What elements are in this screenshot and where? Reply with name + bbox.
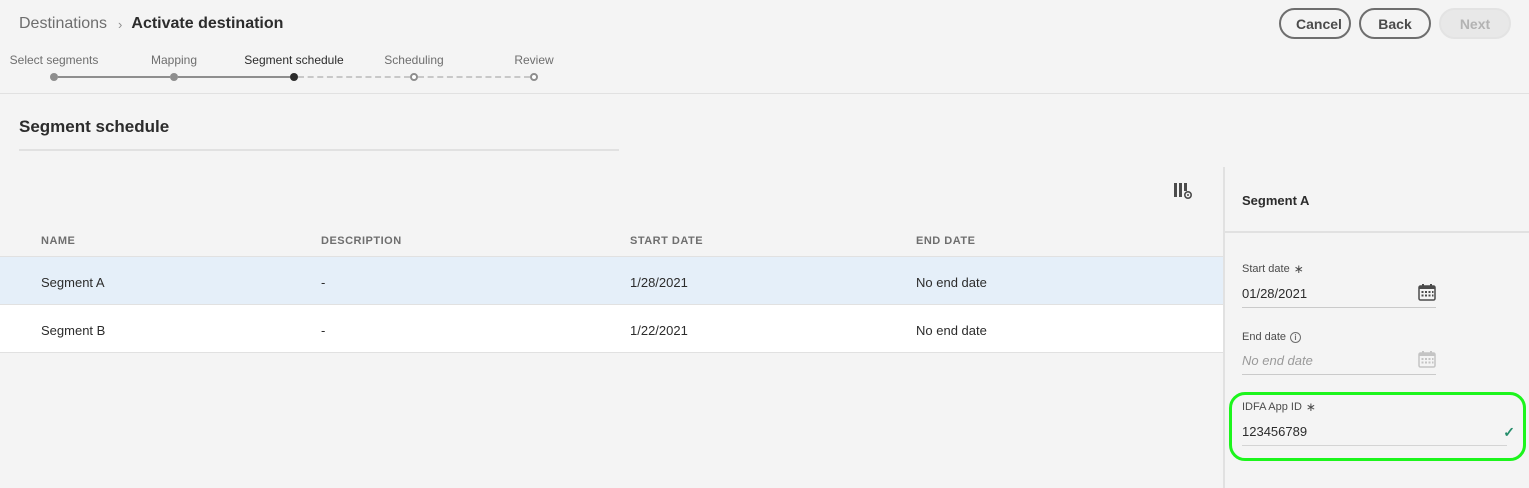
step-dot	[530, 73, 538, 81]
page-title: Activate destination	[131, 15, 284, 32]
breadcrumb-destinations[interactable]: Destinations	[19, 15, 107, 33]
cell-name: Segment A	[41, 275, 105, 290]
calendar-icon[interactable]	[1418, 284, 1436, 301]
end-date-input[interactable]: No end date	[1242, 351, 1436, 375]
start-date-input[interactable]: 01/28/2021	[1242, 284, 1436, 308]
cell-end-date: No end date	[916, 275, 987, 290]
step-dot	[410, 73, 418, 81]
start-date-value: 01/28/2021	[1242, 286, 1308, 301]
section-divider	[19, 149, 619, 151]
cancel-button[interactable]: Cancel	[1279, 8, 1351, 39]
step-connector	[58, 76, 170, 78]
step-dot	[170, 73, 178, 81]
start-date-label-text: Start date	[1242, 263, 1290, 275]
cell-description: -	[321, 275, 326, 290]
cell-name: Segment B	[41, 323, 106, 338]
step-select-segments: Select segments	[9, 53, 99, 67]
step-scheduling: Scheduling	[384, 53, 444, 67]
breadcrumb: Destinations › Activate destination	[19, 15, 283, 33]
step-connector	[298, 76, 410, 78]
highlight-annotation	[1229, 392, 1526, 461]
table-row[interactable]: Segment B - 1/22/2021 No end date	[0, 305, 1223, 353]
cell-end-date: No end date	[916, 323, 987, 338]
end-date-label-text: End date	[1242, 331, 1287, 343]
step-segment-schedule: Segment schedule	[244, 53, 344, 67]
step-mapping: Mapping	[150, 53, 198, 67]
column-header-start-date[interactable]: START DATE	[630, 235, 703, 247]
column-header-name[interactable]: NAME	[41, 235, 75, 247]
table-header: NAME DESCRIPTION START DATE END DATE	[0, 226, 1223, 257]
column-header-description[interactable]: DESCRIPTION	[321, 235, 402, 247]
column-settings-icon[interactable]	[1172, 181, 1194, 201]
cell-start-date: 1/28/2021	[630, 275, 688, 290]
rail-title: Segment A	[1242, 193, 1310, 208]
end-date-label: End date i	[1242, 331, 1436, 343]
required-icon: ∗	[1293, 262, 1304, 276]
header-divider	[0, 93, 1529, 94]
start-date-field: Start date ∗ 01/28/2021	[1242, 262, 1436, 308]
step-review: Review	[514, 53, 554, 67]
chevron-right-icon: ›	[118, 16, 123, 32]
rail-divider	[1225, 231, 1529, 233]
cell-start-date: 1/22/2021	[630, 323, 688, 338]
step-dot	[290, 73, 298, 81]
header-actions: Cancel Back Next	[1279, 8, 1511, 39]
step-connector	[418, 76, 530, 78]
next-button: Next	[1439, 8, 1511, 39]
end-date-field: End date i No end date	[1242, 331, 1436, 375]
back-button[interactable]: Back	[1359, 8, 1431, 39]
section-title: Segment schedule	[19, 117, 170, 136]
cell-description: -	[321, 323, 326, 338]
column-header-end-date[interactable]: END DATE	[916, 235, 975, 247]
table-row[interactable]: Segment A - 1/28/2021 No end date	[0, 257, 1223, 305]
step-dot	[50, 73, 58, 81]
calendar-icon	[1418, 351, 1436, 368]
info-icon[interactable]: i	[1290, 331, 1302, 343]
end-date-placeholder: No end date	[1242, 353, 1313, 368]
step-connector	[178, 76, 290, 78]
segment-table: NAME DESCRIPTION START DATE END DATE Seg…	[0, 226, 1223, 353]
start-date-label: Start date ∗	[1242, 262, 1436, 276]
workflow-stepper: Select segments Mapping Segment schedule…	[0, 52, 600, 86]
